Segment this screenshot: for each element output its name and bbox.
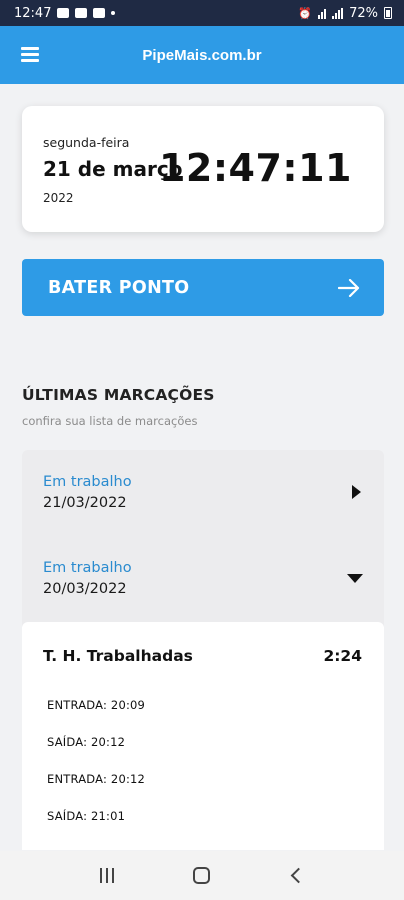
punch-entry: ENTRADA: 20:12: [47, 772, 146, 786]
year-label: 2022: [43, 191, 74, 205]
entry-status: Em trabalho: [43, 560, 132, 576]
hours-worked-value: 2:24: [323, 647, 362, 665]
gmail-icon: [93, 8, 106, 18]
list-item[interactable]: Em trabalho 20/03/2022: [22, 536, 384, 616]
home-icon[interactable]: [192, 867, 210, 884]
list-item[interactable]: Em trabalho 21/03/2022: [22, 450, 384, 530]
chevron-right-icon: [352, 485, 361, 499]
punch-entry: SAÍDA: 21:01: [47, 809, 126, 823]
clock-display: 12:47:11: [158, 146, 352, 190]
status-left: 12:47: [14, 5, 116, 21]
punch-clock-button[interactable]: BATER PONTO: [22, 259, 384, 316]
recent-apps-icon[interactable]: [99, 868, 114, 883]
hours-worked-label: T. H. Trabalhadas: [43, 647, 193, 665]
chevron-down-icon: [347, 574, 363, 583]
punch-history-list: Em trabalho 21/03/2022 Em trabalho 20/03…: [22, 450, 384, 850]
system-nav-bar: [0, 851, 404, 900]
punch-entry: ENTRADA: 20:09: [47, 698, 146, 712]
entry-details: T. H. Trabalhadas 2:24 ENTRADA: 20:09 SA…: [22, 622, 384, 850]
weekday-label: segunda-feira: [43, 135, 130, 150]
wifi-icon: [318, 8, 327, 19]
hamburger-menu-icon[interactable]: [21, 47, 39, 62]
battery-percent: 72%: [349, 5, 378, 21]
notification-icon: [57, 8, 70, 18]
app-bar: PipeMais.com.br: [0, 26, 404, 84]
app-title: PipeMais.com.br: [142, 46, 262, 64]
youtube-icon: [75, 8, 88, 18]
signal-icon: [332, 7, 344, 19]
status-bar: 12:47 ⏰ 72%: [0, 0, 404, 26]
battery-icon: [384, 7, 392, 19]
section-title: ÚLTIMAS MARCAÇÕES: [22, 386, 215, 404]
alarm-icon: ⏰: [298, 6, 313, 20]
status-right: ⏰ 72%: [298, 6, 392, 21]
status-time: 12:47: [14, 5, 52, 21]
section-subtitle: confira sua lista de marcações: [22, 414, 198, 428]
entry-date: 21/03/2022: [43, 495, 127, 511]
more-notifications-icon: [111, 11, 116, 15]
arrow-right-icon: [338, 278, 360, 297]
date-card: segunda-feira 21 de março 2022 12:47:11: [22, 106, 384, 232]
back-icon[interactable]: [291, 867, 307, 884]
punch-entry: SAÍDA: 20:12: [47, 735, 126, 749]
entry-date: 20/03/2022: [43, 581, 127, 597]
punch-button-label: BATER PONTO: [48, 277, 190, 298]
entry-status: Em trabalho: [43, 474, 132, 490]
